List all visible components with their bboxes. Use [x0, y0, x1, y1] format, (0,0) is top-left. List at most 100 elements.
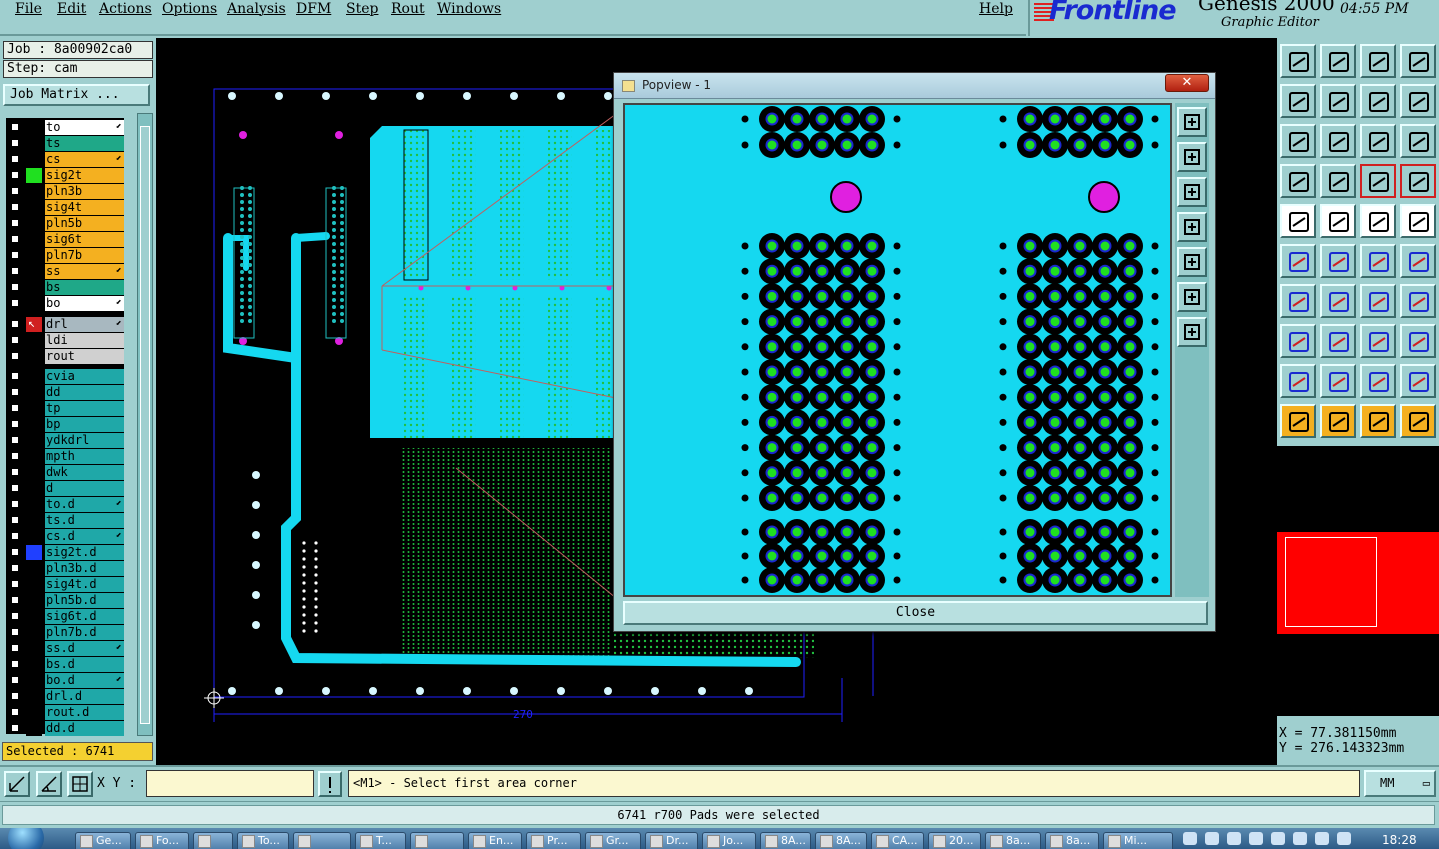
taskbar-item-3[interactable] [193, 832, 233, 849]
layer-row-bp[interactable]: bp [6, 417, 124, 432]
layer-visibility-checkbox[interactable] [10, 483, 20, 493]
layer-name[interactable]: to [45, 120, 124, 135]
menu-edit[interactable]: Edit [57, 1, 86, 17]
layer-affected-swatch[interactable] [26, 497, 42, 512]
layer-name[interactable]: bo [45, 296, 124, 311]
taskbar-item-2[interactable]: Fo... [135, 832, 189, 849]
taskbar-item-16[interactable]: 20... [928, 832, 981, 849]
layer-name[interactable]: bp [45, 417, 124, 432]
scrollbar-thumb[interactable] [140, 126, 150, 724]
layer-name[interactable]: cs [45, 152, 124, 167]
tool-pin-button[interactable] [1280, 324, 1316, 358]
tool-select-button[interactable] [1280, 404, 1316, 438]
ime-icon[interactable] [1271, 832, 1285, 845]
tool-ruler-button[interactable] [1360, 204, 1396, 238]
layer-visibility-checkbox[interactable] [10, 611, 20, 621]
layer-row-dd[interactable]: dd [6, 385, 124, 400]
layer-name[interactable]: bs.d [45, 657, 124, 672]
layer-row-sig4t[interactable]: sig4t [6, 200, 124, 215]
taskbar-item-15[interactable]: CA... [871, 832, 924, 849]
layer-row-cvia[interactable]: cvia [6, 369, 124, 384]
layer-affected-swatch[interactable] [26, 481, 42, 496]
taskbar-item-9[interactable]: Pr... [526, 832, 581, 849]
layer-name[interactable]: bo.d [45, 673, 124, 688]
popview-tool-button-2[interactable] [1177, 142, 1207, 172]
layer-affected-swatch[interactable] [26, 152, 42, 167]
layer-list-scrollbar[interactable] [137, 113, 153, 736]
layer-name[interactable]: dwk [45, 465, 124, 480]
layer-affected-swatch[interactable] [26, 280, 42, 295]
layer-row-ss-d[interactable]: ss.d ⬋ [6, 641, 124, 656]
layer-row-to[interactable]: to ⬋ [6, 120, 124, 135]
layer-visibility-checkbox[interactable] [10, 675, 20, 685]
taskbar-item-11[interactable]: Dr... [645, 832, 698, 849]
tool-fit-button[interactable] [1280, 124, 1316, 158]
layer-visibility-checkbox[interactable] [10, 643, 20, 653]
layer-visibility-checkbox[interactable] [10, 595, 20, 605]
layer-visibility-checkbox[interactable] [10, 451, 20, 461]
layer-visibility-checkbox[interactable] [10, 723, 20, 733]
layer-name[interactable]: rout [45, 349, 124, 364]
layer-affected-swatch[interactable] [26, 333, 42, 348]
layer-visibility-checkbox[interactable] [10, 419, 20, 429]
layer-affected-swatch[interactable] [26, 513, 42, 528]
layer-name[interactable]: pln3b [45, 184, 124, 199]
layer-visibility-checkbox[interactable] [10, 579, 20, 589]
popview-tool-button-5[interactable] [1177, 247, 1207, 277]
layer-visibility-checkbox[interactable] [10, 170, 20, 180]
layer-affected-swatch[interactable] [26, 184, 42, 199]
layer-row-cs-d[interactable]: cs.d ⬋ [6, 529, 124, 544]
graphic-canvas[interactable]: 270 Popview - 1 ✕ Close [156, 38, 1277, 765]
menu-file[interactable]: File [15, 1, 42, 17]
layer-name[interactable]: pln3b.d [45, 561, 124, 576]
popview-tool-button-1[interactable] [1177, 107, 1207, 137]
snap-angle-button[interactable] [36, 771, 62, 797]
snap-center-button[interactable] [67, 771, 93, 797]
tool-snap-button[interactable] [1320, 164, 1356, 198]
layer-visibility-checkbox[interactable] [10, 499, 20, 509]
layer-name[interactable]: mpth [45, 449, 124, 464]
menu-help[interactable]: Help [979, 1, 1013, 17]
tool-pan-down-button[interactable] [1320, 44, 1356, 78]
tool-dfm-button[interactable] [1400, 164, 1436, 198]
layer-row-sig2t[interactable]: sig2t [6, 168, 124, 183]
layer-name[interactable]: drl [45, 317, 124, 332]
layer-name[interactable]: sig4t [45, 200, 124, 215]
layer-row-to-d[interactable]: to.d ⬋ [6, 497, 124, 512]
popview-close-x-button[interactable]: ✕ [1165, 74, 1209, 92]
tool-span-button[interactable] [1360, 324, 1396, 358]
layer-row-drl-d[interactable]: drl.d [6, 689, 124, 704]
layer-affected-swatch[interactable] [26, 705, 42, 720]
menu-windows[interactable]: Windows [437, 1, 501, 17]
layer-affected-swatch[interactable] [26, 385, 42, 400]
tool-window-button[interactable] [1400, 44, 1436, 78]
layer-affected-swatch[interactable] [26, 200, 42, 215]
tool-redraw-button[interactable] [1400, 84, 1436, 118]
layer-name[interactable]: sig4t.d [45, 577, 124, 592]
layer-row-rout-d[interactable]: rout.d [6, 705, 124, 720]
layer-row-drl[interactable]: ↖ drl ⬋ [6, 316, 124, 332]
layer-name[interactable]: to.d [45, 497, 124, 512]
layer-affected-swatch[interactable] [26, 449, 42, 464]
popview-tool-button-7[interactable] [1177, 317, 1207, 347]
flag-icon[interactable] [1249, 832, 1263, 845]
layer-visibility-checkbox[interactable] [10, 515, 20, 525]
overview-map[interactable] [1277, 532, 1439, 634]
menu-options[interactable]: Options [162, 1, 217, 17]
layer-name[interactable]: ldi [45, 333, 124, 348]
layer-name[interactable]: tp [45, 401, 124, 416]
layer-affected-swatch[interactable] [26, 465, 42, 480]
layer-name[interactable]: dd [45, 385, 124, 400]
overview-viewport[interactable] [1285, 537, 1377, 627]
tool-pad-button[interactable] [1280, 204, 1316, 238]
layer-row-cs[interactable]: cs ⬋ [6, 152, 124, 167]
layer-row-ts-d[interactable]: ts.d [6, 513, 124, 528]
layer-visibility-checkbox[interactable] [10, 371, 20, 381]
taskbar-item-5[interactable] [293, 832, 351, 849]
layer-visibility-checkbox[interactable] [10, 467, 20, 477]
layer-affected-swatch[interactable] [26, 369, 42, 384]
layer-affected-swatch[interactable] [26, 120, 42, 135]
layer-row-sig2t-d[interactable]: sig2t.d [6, 545, 124, 560]
taskbar-item-4[interactable]: To... [237, 832, 289, 849]
menu-step[interactable]: Step [346, 1, 378, 17]
